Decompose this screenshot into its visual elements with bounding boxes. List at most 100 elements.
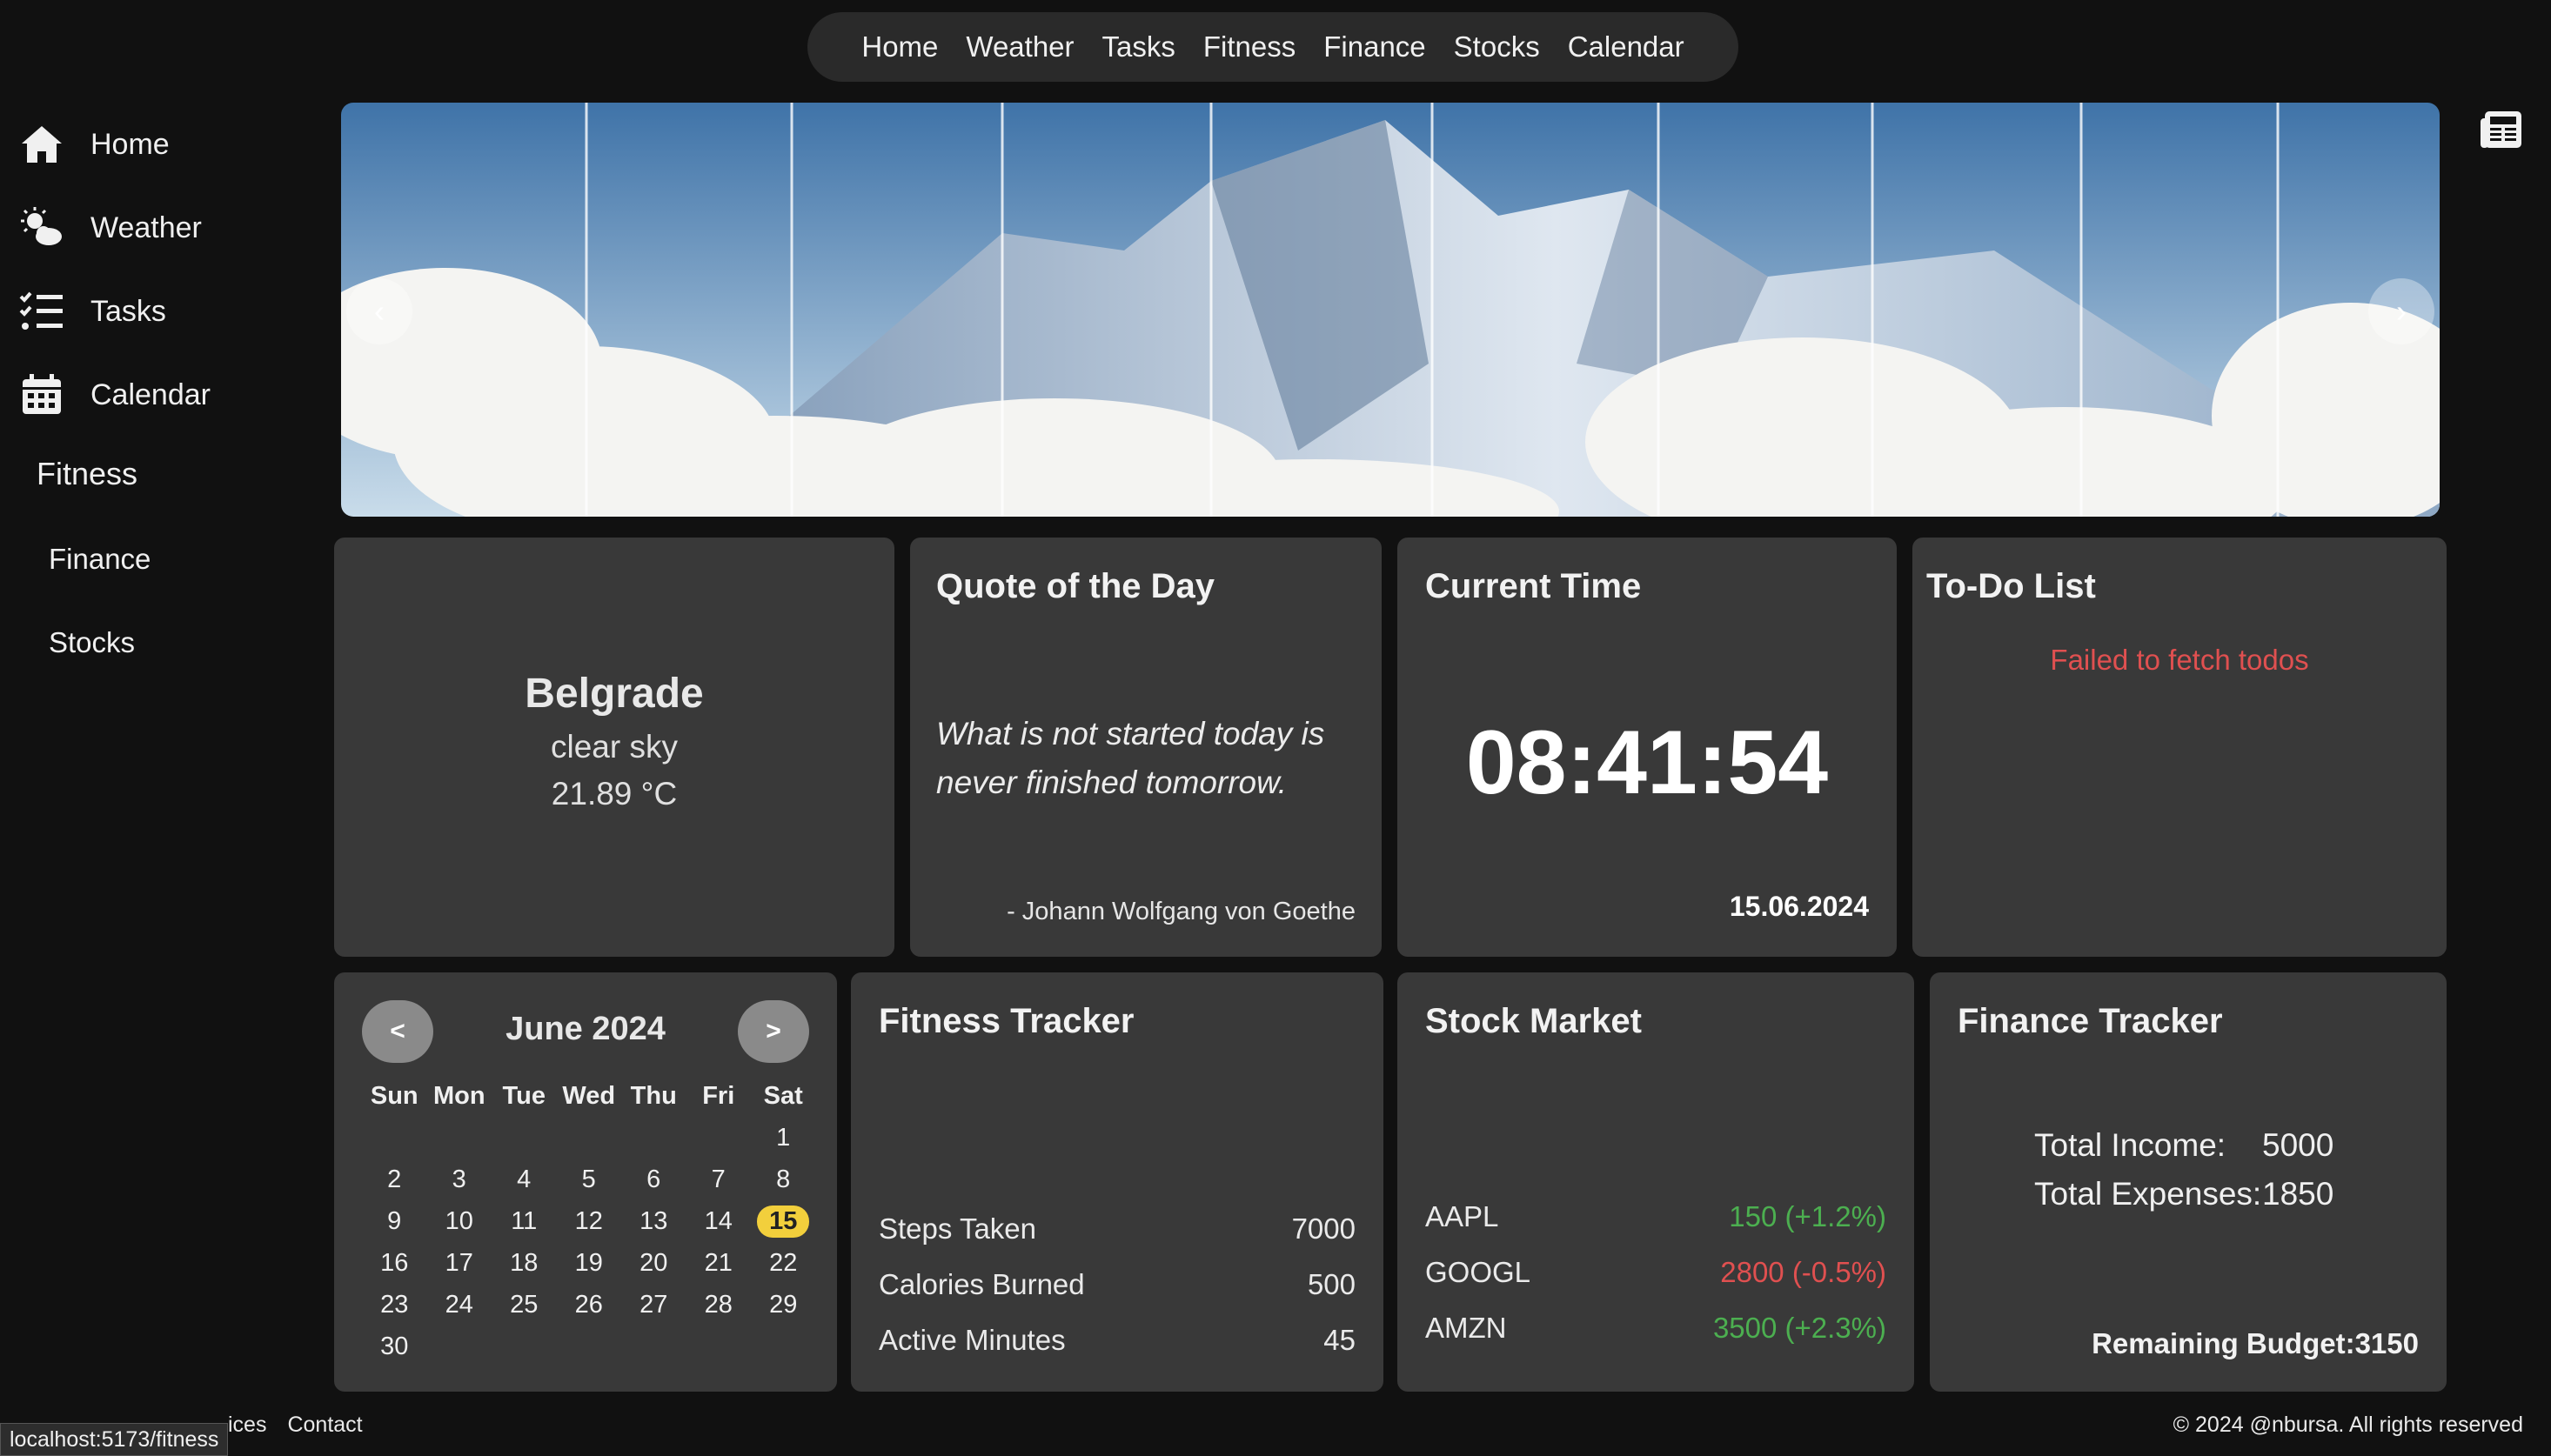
calendar-day[interactable]: 12 xyxy=(557,1207,622,1236)
calendar-day[interactable]: 5 xyxy=(557,1165,622,1194)
calendar-next-button[interactable]: > xyxy=(738,1000,809,1063)
calendar-day[interactable]: 17 xyxy=(427,1249,492,1278)
calendar-week-row: 9 10 11 12 13 14 15 xyxy=(362,1200,816,1242)
stocks-title: Stock Market xyxy=(1425,1002,1642,1040)
calendar-day[interactable]: 16 xyxy=(362,1249,427,1278)
stock-symbol: AAPL xyxy=(1425,1200,1499,1232)
stock-value: 150 (+1.2%) xyxy=(1729,1200,1886,1232)
calendar-day[interactable]: 4 xyxy=(492,1165,557,1194)
stock-row: AMZN 3500 (+2.3%) xyxy=(1425,1312,1886,1345)
calendar-day[interactable]: 7 xyxy=(686,1165,752,1194)
quote-text: What is not started today is never finis… xyxy=(936,716,1325,800)
stat-value: 500 xyxy=(1307,1268,1356,1300)
fitness-card: Fitness Tracker Steps Taken 7000 Calorie… xyxy=(851,972,1383,1392)
top-nav: Home Weather Tasks Fitness Finance Stock… xyxy=(807,12,1738,82)
calendar-day[interactable]: 27 xyxy=(621,1291,686,1319)
stock-row: AAPL 150 (+1.2%) xyxy=(1425,1200,1886,1233)
weekday-label: Mon xyxy=(432,1081,485,1110)
sidebar-item-label: Tasks xyxy=(90,294,166,328)
sidebar-item-label: Home xyxy=(90,127,170,161)
calendar-day[interactable]: 20 xyxy=(621,1249,686,1278)
calendar-prev-button[interactable]: < xyxy=(362,1000,433,1063)
weekday-label: Sun xyxy=(370,1081,418,1110)
sidebar-item-calendar[interactable]: Calendar xyxy=(19,372,211,417)
quote-card: Quote of the Day What is not started tod… xyxy=(910,538,1382,957)
hero-carousel: ‹ › xyxy=(341,103,2440,517)
remaining-budget: Remaining Budget:3150 xyxy=(2092,1327,2419,1359)
calendar-day[interactable]: 14 xyxy=(686,1207,752,1236)
calendar-day[interactable]: 11 xyxy=(492,1207,557,1236)
calendar-day[interactable]: 6 xyxy=(621,1165,686,1194)
footer-link-contact[interactable]: Contact xyxy=(287,1413,362,1438)
todo-card: To-Do List Failed to fetch todos xyxy=(1912,538,2447,957)
calendar-day[interactable]: 25 xyxy=(492,1291,557,1319)
weekday-label: Sat xyxy=(763,1081,803,1110)
todo-error-message: Failed to fetch todos xyxy=(2050,644,2309,676)
calendar-weekday-row: Sun Mon Tue Wed Thu Fri Sat xyxy=(362,1075,816,1117)
weather-icon xyxy=(21,207,62,245)
topnav-tasks[interactable]: Tasks xyxy=(1102,30,1175,63)
weather-temperature: 21.89 °C xyxy=(551,776,678,811)
fitness-stat-row: Active Minutes 45 xyxy=(879,1324,1356,1357)
calendar-day[interactable]: 30 xyxy=(362,1332,427,1361)
calendar-day[interactable]: 21 xyxy=(686,1249,752,1278)
calendar-day[interactable]: 29 xyxy=(751,1291,816,1319)
calendar-day[interactable]: 1 xyxy=(751,1124,816,1152)
sidebar-item-fitness[interactable]: Fitness xyxy=(37,456,137,492)
expenses-label: Total Expenses: xyxy=(2034,1176,2262,1212)
expenses-value: 1850 xyxy=(2262,1176,2334,1212)
topnav-stocks[interactable]: Stocks xyxy=(1454,30,1540,63)
calendar-week-row: 1 xyxy=(362,1117,816,1159)
finance-card: Finance Tracker Total Income: 5000 Total… xyxy=(1930,972,2447,1392)
topnav-calendar[interactable]: Calendar xyxy=(1568,30,1684,63)
stat-label: Active Minutes xyxy=(879,1324,1066,1356)
calendar-week-row: 23 24 25 26 27 28 29 xyxy=(362,1284,816,1326)
stock-row: GOOGL 2800 (-0.5%) xyxy=(1425,1256,1886,1289)
calendar-week-row: 30 xyxy=(362,1326,816,1367)
fitness-stat-row: Steps Taken 7000 xyxy=(879,1212,1356,1246)
sidebar-item-finance[interactable]: Finance xyxy=(49,543,151,576)
sidebar-item-weather[interactable]: Weather xyxy=(19,205,202,250)
clock-date: 15.06.2024 xyxy=(1729,891,1869,922)
calendar-day[interactable]: 23 xyxy=(362,1291,427,1319)
topnav-finance[interactable]: Finance xyxy=(1323,30,1425,63)
calendar-day[interactable]: 22 xyxy=(751,1249,816,1278)
topnav-home[interactable]: Home xyxy=(861,30,938,63)
calendar-day-today[interactable]: 15 xyxy=(751,1205,816,1238)
weekday-label: Wed xyxy=(562,1081,616,1110)
sidebar-item-label: Calendar xyxy=(90,377,211,411)
calendar-day[interactable]: 19 xyxy=(557,1249,622,1278)
calendar-day[interactable]: 3 xyxy=(427,1165,492,1194)
calendar-day[interactable]: 2 xyxy=(362,1165,427,1194)
calendar-day[interactable]: 24 xyxy=(427,1291,492,1319)
stat-value: 45 xyxy=(1323,1324,1356,1356)
carousel-prev-button[interactable]: ‹ xyxy=(346,278,412,344)
sidebar-item-label: Fitness xyxy=(37,456,138,491)
total-expenses: Total Expenses: 1850 xyxy=(2034,1176,2333,1212)
calendar-day[interactable]: 13 xyxy=(621,1207,686,1236)
clock-title: Current Time xyxy=(1425,567,1642,605)
calendar-day[interactable]: 9 xyxy=(362,1207,427,1236)
topnav-weather[interactable]: Weather xyxy=(966,30,1074,63)
newspaper-icon[interactable] xyxy=(2480,110,2523,150)
total-income: Total Income: 5000 xyxy=(2034,1127,2333,1164)
calendar-day[interactable]: 8 xyxy=(751,1165,816,1194)
mountain-image xyxy=(341,103,2440,517)
carousel-next-button[interactable]: › xyxy=(2368,278,2434,344)
fitness-stat-row: Calories Burned 500 xyxy=(879,1268,1356,1301)
calendar-day[interactable]: 28 xyxy=(686,1291,752,1319)
footer-links: ices Contact xyxy=(228,1413,363,1438)
footer-link-services[interactable]: ices xyxy=(228,1413,266,1438)
home-icon xyxy=(22,126,62,163)
calendar-day[interactable]: 26 xyxy=(557,1291,622,1319)
sidebar-item-stocks[interactable]: Stocks xyxy=(49,626,135,659)
topnav-fitness[interactable]: Fitness xyxy=(1203,30,1296,63)
calendar-day[interactable]: 18 xyxy=(492,1249,557,1278)
status-bar-url: localhost:5173/fitness xyxy=(0,1423,229,1456)
sidebar-item-tasks[interactable]: Tasks xyxy=(19,289,166,334)
weather-card: Belgrade clear sky 21.89 °C xyxy=(334,538,894,957)
calendar-week-row: 16 17 18 19 20 21 22 xyxy=(362,1242,816,1284)
calendar-day[interactable]: 10 xyxy=(427,1207,492,1236)
sidebar-item-home[interactable]: Home xyxy=(19,122,170,167)
calendar-card: June 2024 < > Sun Mon Tue Wed Thu Fri Sa… xyxy=(334,972,837,1392)
